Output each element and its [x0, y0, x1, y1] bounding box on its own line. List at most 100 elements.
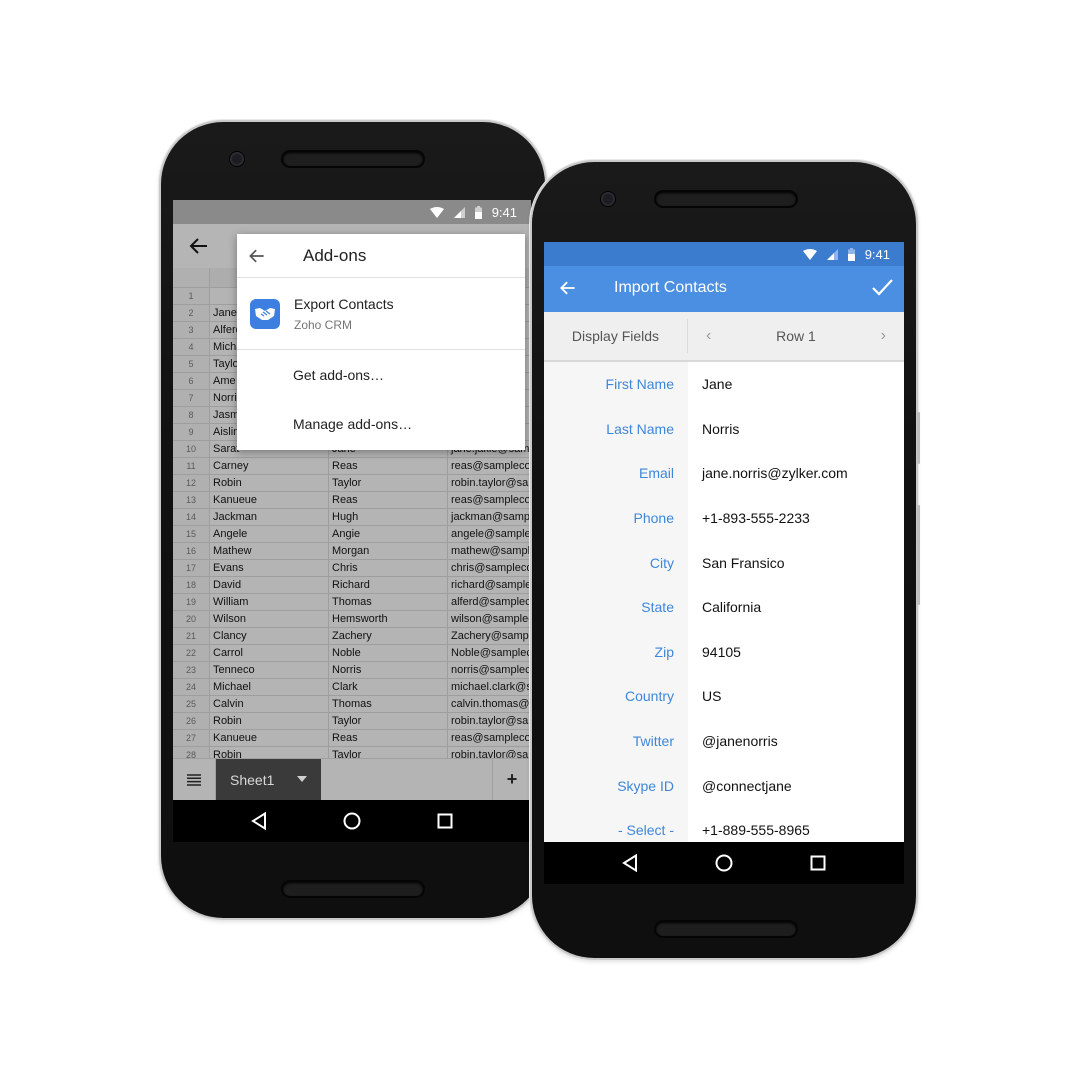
- cell[interactable]: mathew@sample: [448, 543, 531, 559]
- cell[interactable]: michael.clark@s: [448, 679, 531, 695]
- bottom-speaker: [656, 922, 796, 936]
- plus-icon[interactable]: +: [493, 759, 531, 800]
- chevron-left-icon[interactable]: ‹: [706, 327, 711, 345]
- cell[interactable]: reas@samplecom: [448, 458, 531, 474]
- cell[interactable]: Tenneco: [210, 662, 329, 678]
- app-bar: Import Contacts: [544, 266, 904, 312]
- cell[interactable]: Angele: [210, 526, 329, 542]
- row-number: 10: [173, 441, 210, 457]
- check-icon[interactable]: [870, 276, 894, 305]
- cell[interactable]: Mathew: [210, 543, 329, 559]
- list-icon[interactable]: [173, 759, 216, 800]
- row-number: 22: [173, 645, 210, 661]
- back-triangle-icon[interactable]: [622, 854, 638, 872]
- cell[interactable]: Thomas: [329, 696, 448, 712]
- addon-name: Export Contacts: [294, 295, 394, 312]
- cell[interactable]: Wilson: [210, 611, 329, 627]
- cell[interactable]: Clark: [329, 679, 448, 695]
- row-number: 3: [173, 322, 210, 338]
- cell[interactable]: Calvin: [210, 696, 329, 712]
- page-title: Import Contacts: [614, 279, 727, 296]
- cell[interactable]: robin.taylor@sam: [448, 475, 531, 491]
- cell[interactable]: calvin.thomas@s: [448, 696, 531, 712]
- get-addons-link[interactable]: Get add-ons…: [237, 350, 525, 399]
- sheet-tab-active[interactable]: Sheet1: [216, 759, 321, 800]
- manage-addons-link[interactable]: Manage add-ons…: [237, 399, 525, 448]
- cell[interactable]: Morgan: [329, 543, 448, 559]
- recents-square-icon[interactable]: [437, 813, 453, 829]
- cell[interactable]: Reas: [329, 730, 448, 746]
- cell[interactable]: Michael: [210, 679, 329, 695]
- cell[interactable]: jackman@sampl: [448, 509, 531, 525]
- signal-icon: [826, 248, 838, 260]
- cell[interactable]: Taylor: [329, 713, 448, 729]
- table-row: 15 Angele Angie angele@samplec: [173, 526, 531, 543]
- cell[interactable]: Reas: [329, 458, 448, 474]
- cell[interactable]: Robin: [210, 713, 329, 729]
- back-triangle-icon[interactable]: [251, 812, 267, 830]
- arrow-left-icon[interactable]: [187, 234, 211, 258]
- row-number: 26: [173, 713, 210, 729]
- arrow-left-icon[interactable]: [247, 246, 287, 266]
- row-number: 12: [173, 475, 210, 491]
- cell[interactable]: Norris: [329, 662, 448, 678]
- addon-export-contacts[interactable]: Export Contacts Zoho CRM: [237, 278, 525, 350]
- cell[interactable]: David: [210, 577, 329, 593]
- tab-spacer: [321, 759, 493, 800]
- home-circle-icon[interactable]: [715, 854, 733, 872]
- recents-square-icon[interactable]: [810, 855, 826, 871]
- table-row: 22 Carrol Noble Noble@samplec: [173, 645, 531, 662]
- cell[interactable]: Hemsworth: [329, 611, 448, 627]
- display-fields-button[interactable]: Display Fields: [544, 319, 688, 353]
- cell[interactable]: chris@sampleco: [448, 560, 531, 576]
- row-number: 6: [173, 373, 210, 389]
- cell[interactable]: reas@samplecom: [448, 730, 531, 746]
- cell[interactable]: alferd@samplec: [448, 594, 531, 610]
- cell[interactable]: Chris: [329, 560, 448, 576]
- home-circle-icon[interactable]: [343, 812, 361, 830]
- cell[interactable]: Robin: [210, 475, 329, 491]
- cell[interactable]: angele@samplec: [448, 526, 531, 542]
- cell[interactable]: Jackman: [210, 509, 329, 525]
- row-number: 1: [173, 288, 210, 304]
- cell[interactable]: norris@samplec: [448, 662, 531, 678]
- cell[interactable]: richard@samplec: [448, 577, 531, 593]
- battery-icon: [474, 205, 482, 219]
- cell[interactable]: Clancy: [210, 628, 329, 644]
- cell[interactable]: Noble@samplec: [448, 645, 531, 661]
- caret-down-icon[interactable]: [297, 776, 307, 782]
- cell[interactable]: Kanueue: [210, 730, 329, 746]
- cell[interactable]: robin.taylor@san: [448, 713, 531, 729]
- field-label: Last Name: [606, 420, 674, 437]
- cell[interactable]: Angie: [329, 526, 448, 542]
- chevron-right-icon[interactable]: ›: [881, 327, 886, 345]
- cell[interactable]: Hugh: [329, 509, 448, 525]
- table-row: 25 Calvin Thomas calvin.thomas@s: [173, 696, 531, 713]
- field-label[interactable]: - Select -: [544, 822, 688, 838]
- cell[interactable]: William: [210, 594, 329, 610]
- cell[interactable]: Zachery: [329, 628, 448, 644]
- cell[interactable]: Richard: [329, 577, 448, 593]
- field-label: State: [641, 599, 674, 616]
- sheets-app: 9:41 12Janem3Alferdco4Michaelle5Taylorm6…: [173, 200, 531, 842]
- addons-header: Add-ons: [237, 234, 525, 278]
- cell[interactable]: Reas: [329, 492, 448, 508]
- cell[interactable]: Carney: [210, 458, 329, 474]
- cell[interactable]: robin.taylor@san: [448, 747, 531, 758]
- cell[interactable]: Noble: [329, 645, 448, 661]
- arrow-left-icon[interactable]: [558, 278, 578, 303]
- cell[interactable]: Taylor: [329, 475, 448, 491]
- cell[interactable]: Kanueue: [210, 492, 329, 508]
- cell[interactable]: Robin: [210, 747, 329, 758]
- cell[interactable]: wilson@samplec: [448, 611, 531, 627]
- cell[interactable]: Carrol: [210, 645, 329, 661]
- cell[interactable]: Thomas: [329, 594, 448, 610]
- phone-left: 9:41 12Janem3Alferdco4Michaelle5Taylorm6…: [161, 122, 549, 918]
- cell[interactable]: Evans: [210, 560, 329, 576]
- table-row: 21 Clancy Zachery Zachery@sampl: [173, 628, 531, 645]
- side-button: [917, 505, 920, 605]
- field-row: Email jane.norris@zylker.com: [544, 451, 904, 496]
- cell[interactable]: reas@samplecom: [448, 492, 531, 508]
- cell[interactable]: Zachery@sampl: [448, 628, 531, 644]
- cell[interactable]: Taylor: [329, 747, 448, 758]
